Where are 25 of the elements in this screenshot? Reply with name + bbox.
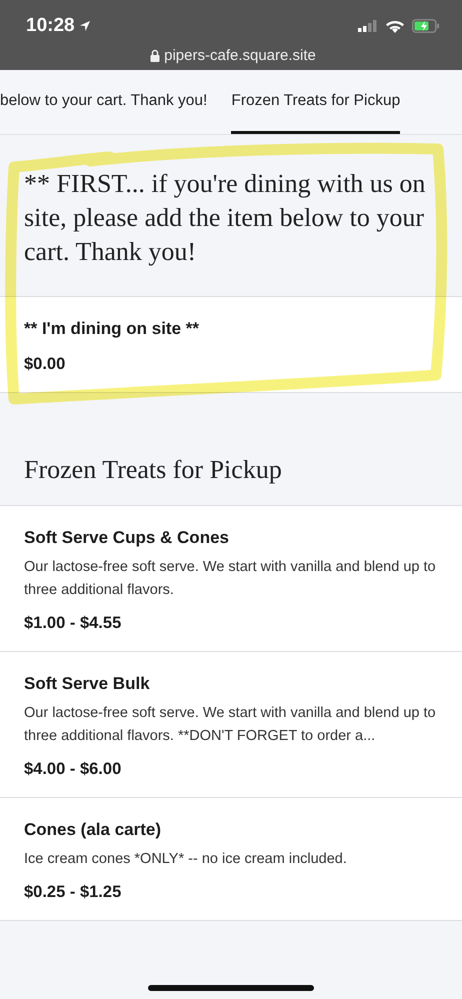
section-heading: Frozen Treats for Pickup	[24, 454, 282, 484]
section-heading: ** FIRST... if you're dining with us on site, please add the item below to your cart. Thank you!	[24, 169, 426, 266]
item-price: $4.00 - $6.00	[24, 760, 122, 780]
menu-item-card[interactable]: Cones (ala carte) Ice cream cones *ONLY* -- no ice cream included. $0.25 - $1.25	[0, 798, 462, 920]
item-name: ** I'm dining on site **	[24, 318, 200, 340]
menu-item-card[interactable]: Soft Serve Cups & Cones Our lactose-free soft serve. We start with vanilla and blend up to three additional flavors. $1.00 - $4.55	[0, 506, 462, 652]
lock-icon	[150, 49, 160, 62]
item-description: Our lactose-free soft serve. We start with vanilla and blend up to three additional flavors. **DON'T FORGET to order a...	[24, 704, 437, 746]
item-price: $0.00	[24, 355, 66, 375]
category-tab[interactable]: below to your cart. Thank you!	[0, 70, 208, 134]
item-name: Soft Serve Bulk	[24, 672, 151, 695]
category-tab[interactable]: Frozen Treats for Pickup	[231, 70, 400, 134]
item-price: $1.00 - $4.55	[24, 614, 122, 634]
clock-time: 10:28	[26, 14, 75, 38]
item-name: Soft Serve Cups & Cones	[24, 526, 230, 549]
location-arrow-icon	[78, 20, 91, 32]
item-description: Our lactose-free soft serve. We start with vanilla and blend up to three additional flavors.	[24, 558, 437, 600]
signal-icon	[358, 20, 378, 32]
battery-charging-icon	[412, 19, 440, 34]
item-price: $0.25 - $1.25	[24, 882, 122, 902]
item-name: Cones (ala carte)	[24, 818, 162, 841]
wifi-icon	[386, 20, 404, 33]
item-description: Ice cream cones *ONLY* -- no ice cream included.	[24, 850, 348, 869]
menu-item-card[interactable]: Soft Serve Bulk Our lactose-free soft serve. We start with vanilla and blend up to three additional flavors. **DON'T FORGET to order a... $4.00 - $6.00	[0, 652, 462, 798]
url-text: pipers-cafe.square.site	[164, 46, 316, 66]
